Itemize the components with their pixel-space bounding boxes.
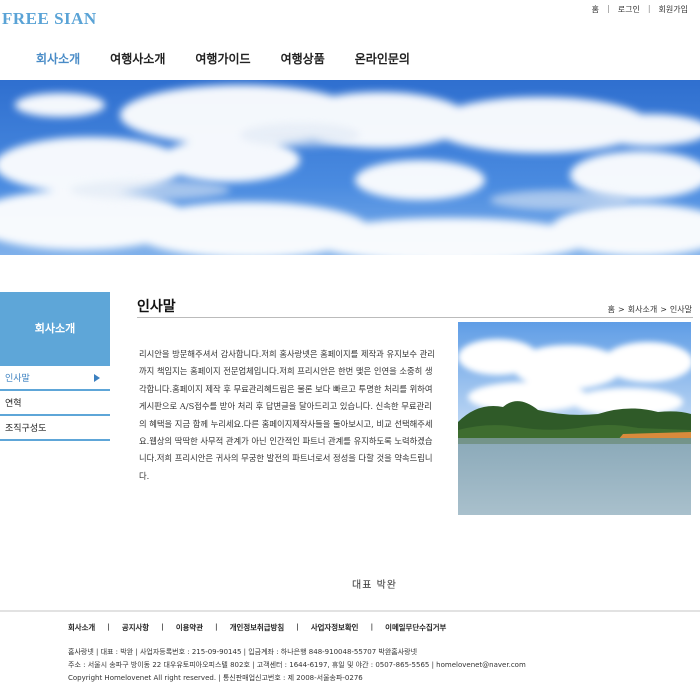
sidebar-item-greeting[interactable]: 인사말: [0, 364, 110, 391]
greeting-text: 리시안을 방문해주셔서 감사합니다.저희 홈사랑넷은 홈페이지를 제작과 유지보…: [139, 349, 435, 481]
title-divider: [137, 317, 693, 318]
login-link[interactable]: 로그인: [610, 4, 648, 15]
nav-item-products[interactable]: 여행상품: [281, 50, 325, 67]
footer-link-privacy[interactable]: 개인정보취급방침: [230, 622, 284, 633]
nav-item-agency[interactable]: 여행사소개: [110, 50, 165, 67]
breadcrumb-level2: 인사말: [669, 305, 692, 314]
footer-link-company[interactable]: 회사소개: [68, 622, 95, 633]
footer-info: 홈사랑넷 | 대표 : 박완 | 사업자등록번호 : 215-09-90145 …: [68, 646, 526, 685]
sky-clouds-image: [0, 80, 700, 255]
breadcrumb-level1[interactable]: 회사소개: [628, 304, 657, 315]
footer-copyright: Copyright Homelovenet All right reserved…: [68, 674, 363, 682]
sidebar-item-label: 조직구성도: [5, 424, 47, 434]
footer-separator: |: [370, 622, 374, 631]
lake-landscape-image: [458, 322, 691, 515]
footer-separator: |: [161, 622, 164, 631]
footer-divider: [0, 610, 700, 612]
ceo-signature: 대표 박완: [352, 580, 397, 591]
page-title: 인사말: [137, 299, 176, 315]
footer-address-info: 주소 : 서울시 송파구 방이동 22 대우유토피아오피스텔 802호 | 고객…: [68, 661, 526, 669]
sidebar-item-label: 인사말: [5, 374, 30, 384]
nav-item-company[interactable]: 회사소개: [36, 50, 80, 67]
home-link[interactable]: 홈: [584, 4, 607, 15]
footer-company-info: 홈사랑넷 | 대표 : 박완 | 사업자등록번호 : 215-09-90145 …: [68, 648, 418, 656]
hero-sky-banner: [0, 80, 700, 255]
footer-link-terms[interactable]: 이용약관: [176, 622, 203, 633]
main-nav: 회사소개 여행사소개 여행가이드 여행상품 온라인문의: [36, 50, 440, 67]
footer-separator: |: [215, 622, 218, 631]
lake-photo: [458, 322, 691, 515]
footer-link-business-info[interactable]: 사업자정보확인: [311, 622, 359, 633]
breadcrumb-separator: >: [618, 305, 625, 314]
footer-link-no-email[interactable]: 이메일무단수집거부: [385, 622, 446, 633]
nav-item-guide[interactable]: 여행가이드: [195, 50, 250, 67]
footer-separator: |: [107, 622, 110, 631]
sidebar-item-history[interactable]: 연혁: [0, 391, 110, 416]
footer-separator: |: [296, 622, 299, 631]
triangle-right-icon: [94, 374, 100, 382]
sidebar-item-label: 연혁: [5, 399, 22, 409]
site-logo[interactable]: FREE SIAN: [2, 9, 97, 29]
utility-nav: 홈 | 로그인 | 회원가입: [584, 4, 696, 15]
join-link[interactable]: 회원가입: [651, 4, 696, 15]
sidebar: 회사소개 인사말 연혁 조직구성도: [0, 292, 110, 441]
footer-link-notice[interactable]: 공지사항: [122, 622, 149, 633]
sidebar-title: 회사소개: [0, 292, 110, 364]
footer-nav: 회사소개 | 공지사항 | 이용약관 | 개인정보취급방침 | 사업자정보확인 …: [68, 622, 446, 633]
breadcrumb: 홈 > 회사소개 > 인사말: [608, 304, 692, 315]
breadcrumb-separator: >: [660, 305, 667, 314]
breadcrumb-home[interactable]: 홈: [608, 304, 615, 315]
nav-item-inquiry[interactable]: 온라인문의: [355, 50, 410, 67]
sidebar-item-organization[interactable]: 조직구성도: [0, 416, 110, 441]
